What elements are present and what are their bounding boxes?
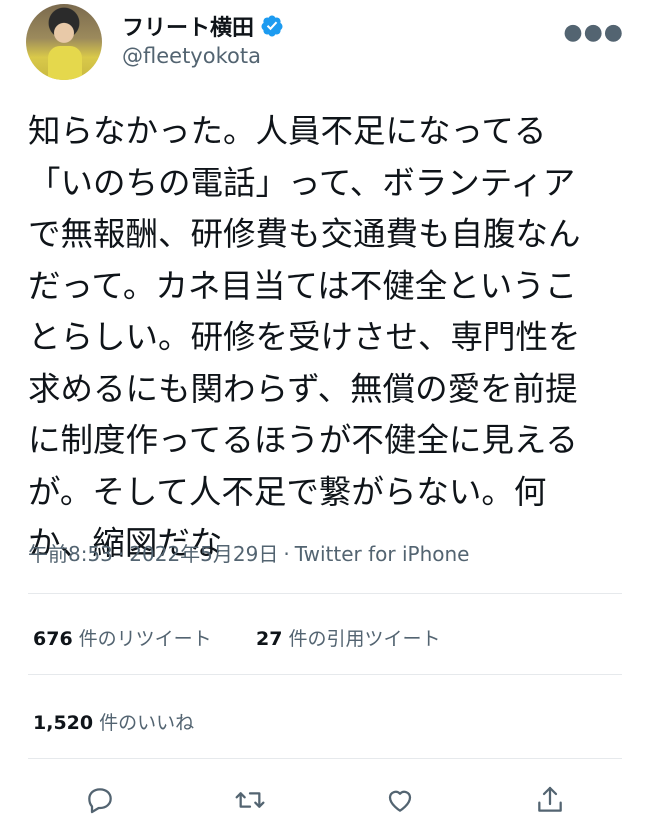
action-bar xyxy=(0,772,650,826)
tweet-date[interactable]: 2022年5月29日 xyxy=(129,542,278,566)
more-icon[interactable]: ●●● xyxy=(563,20,624,45)
quotes-stat[interactable]: 27 件の引用ツイート xyxy=(256,624,440,651)
quotes-count: 27 xyxy=(256,628,283,650)
divider xyxy=(28,758,622,759)
meta-separator: · xyxy=(117,542,125,566)
tweet-source[interactable]: Twitter for iPhone xyxy=(295,542,470,566)
likes-label: 件のいいね xyxy=(99,712,195,734)
divider xyxy=(28,593,622,594)
divider xyxy=(28,674,622,675)
avatar[interactable] xyxy=(26,4,102,80)
likes-count: 1,520 xyxy=(33,712,94,734)
retweets-count: 676 xyxy=(33,628,73,650)
quotes-label: 件の引用ツイート xyxy=(288,628,441,650)
author-name-row: フリート横田 xyxy=(122,10,284,42)
tweet-detail: フリート横田 @fleetyokota ●●● 知らなかった。人員不足になってる… xyxy=(0,0,650,830)
share-icon[interactable] xyxy=(530,780,570,820)
display-name[interactable]: フリート横田 xyxy=(122,10,254,42)
retweet-icon[interactable] xyxy=(230,780,270,820)
tweet-meta: 午前8:53 · 2022年5月29日 · Twitter for iPhone xyxy=(28,538,469,567)
meta-separator: · xyxy=(283,542,290,566)
verified-badge-icon xyxy=(261,15,283,37)
user-handle[interactable]: @fleetyokota xyxy=(122,44,261,68)
tweet-text: 知らなかった。人員不足になってる 「いのちの電話」って、ボランティア で無報酬、… xyxy=(28,112,581,562)
retweets-label: 件のリツイート xyxy=(78,628,212,650)
likes-stat[interactable]: 1,520 件のいいね xyxy=(33,708,194,735)
reply-icon[interactable] xyxy=(80,780,120,820)
like-icon[interactable] xyxy=(380,780,420,820)
retweets-stat[interactable]: 676 件のリツイート xyxy=(33,624,212,651)
tweet-time[interactable]: 午前8:53 xyxy=(28,542,113,566)
